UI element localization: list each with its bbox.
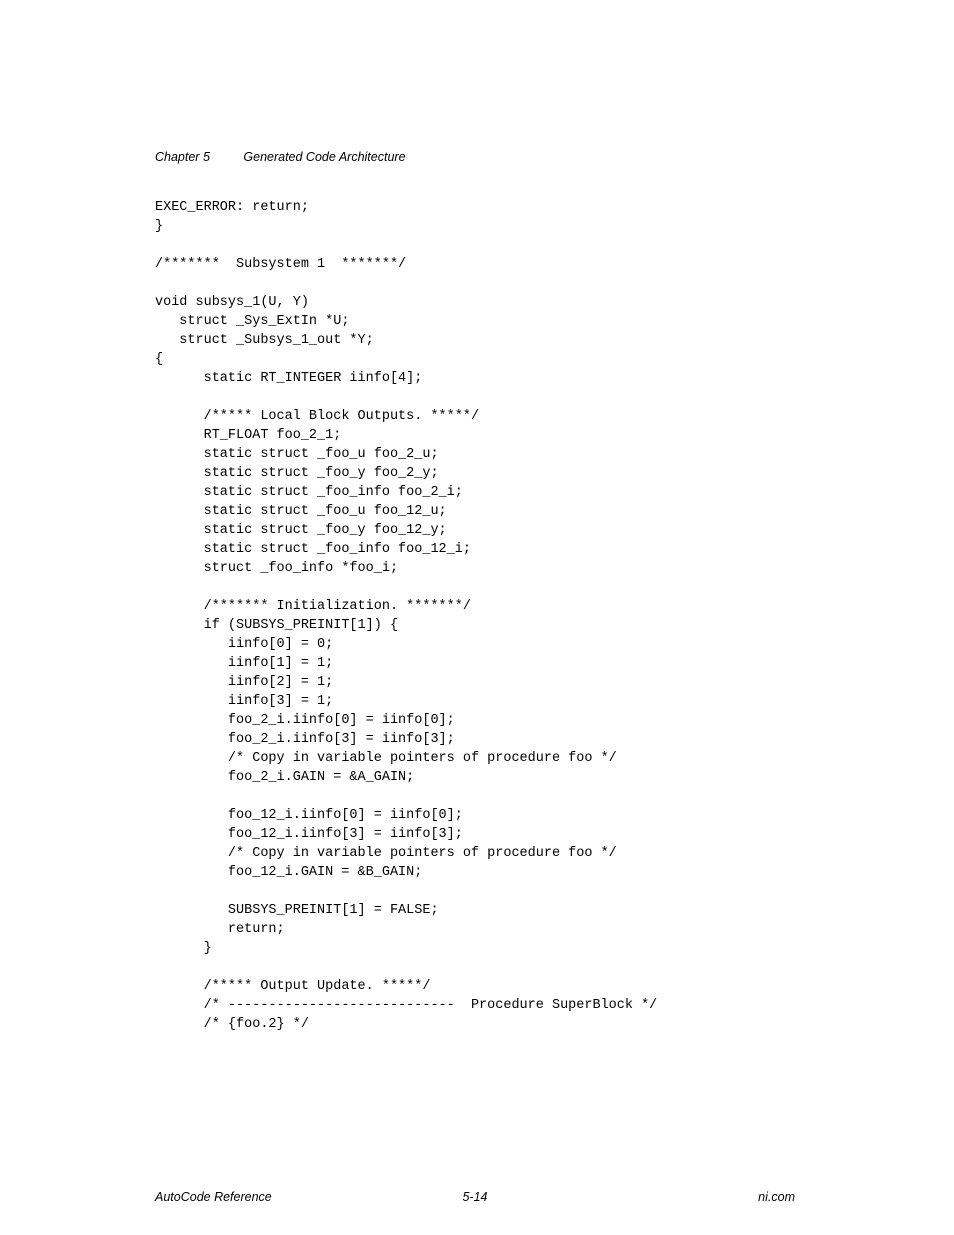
chapter-title: Generated Code Architecture: [243, 150, 405, 164]
footer-page-number: 5-14: [462, 1190, 487, 1204]
footer-site: ni.com: [758, 1190, 795, 1204]
page-container: Chapter 5 Generated Code Architecture EX…: [0, 0, 954, 1235]
chapter-label: Chapter 5: [155, 150, 210, 164]
footer-doc-title: AutoCode Reference: [155, 1190, 272, 1204]
page-header: Chapter 5 Generated Code Architecture: [155, 150, 406, 164]
code-listing: EXEC_ERROR: return; } /******* Subsystem…: [155, 198, 657, 1034]
